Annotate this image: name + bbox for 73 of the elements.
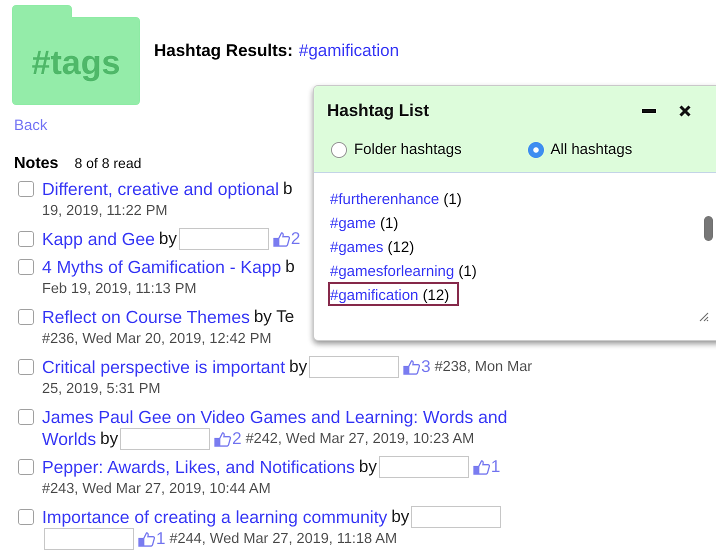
- hashtag-link[interactable]: #game: [330, 215, 376, 232]
- thumbs-up-icon: [138, 532, 155, 546]
- note-checkbox[interactable]: [18, 181, 34, 197]
- author-label: b: [285, 257, 295, 277]
- hashtag-link[interactable]: #games: [330, 239, 384, 256]
- author-label: by: [289, 357, 308, 377]
- author-label: by: [358, 457, 377, 477]
- like-count: 2: [232, 429, 242, 449]
- close-icon[interactable]: [679, 105, 691, 117]
- author-label: b: [283, 179, 293, 199]
- author-label: by: [158, 229, 177, 249]
- hashtag-item[interactable]: #gamification (12): [328, 282, 460, 306]
- note-meta: #236, Wed Mar 20, 2019, 12:42 PM: [42, 331, 272, 347]
- folder-label: #tags: [30, 43, 122, 83]
- author-label: by: [391, 507, 410, 527]
- radio-button[interactable]: [528, 142, 544, 158]
- like-count: 1: [156, 529, 166, 549]
- note-checkbox[interactable]: [18, 309, 34, 325]
- note-meta: #242, Wed Mar 27, 2019, 10:23 AM: [246, 431, 474, 447]
- thumbs-up-icon: [472, 460, 490, 474]
- note-title-link[interactable]: Pepper: Awards, Likes, and Notifications: [42, 456, 355, 478]
- hashtag-link[interactable]: #gamification: [330, 287, 418, 304]
- hashtag-count: (1): [380, 215, 398, 232]
- radio-button[interactable]: [331, 142, 347, 158]
- note-title-link[interactable]: 4 Myths of Gamification - Kapp: [42, 256, 282, 278]
- like-count: 1: [490, 457, 500, 477]
- note-title-link[interactable]: Critical perspective is important: [42, 356, 286, 378]
- note-title-link[interactable]: Kapp and Gee: [42, 228, 155, 250]
- note-meta: #238, Mon Mar: [434, 359, 532, 375]
- note-meta: #244, Wed Mar 27, 2019, 11:18 AM: [169, 531, 398, 547]
- author-label: by Te: [254, 307, 294, 327]
- thumbs-up-icon: [272, 232, 290, 246]
- note-checkbox[interactable]: [18, 259, 34, 275]
- hashtag-item[interactable]: #game (1): [328, 210, 408, 234]
- hashtag-count: (12): [422, 287, 450, 304]
- scrollbar-thumb[interactable]: [704, 216, 713, 241]
- note-title-link[interactable]: Importance of creating a learning community: [42, 506, 388, 528]
- hashtag-item[interactable]: #furtherenhance (1): [328, 186, 472, 210]
- hashtag-link[interactable]: #furtherenhance: [330, 191, 440, 208]
- results-heading: Hashtag Results:: [154, 41, 293, 60]
- hashtag-link[interactable]: #gamesforlearning: [330, 263, 454, 280]
- notes-heading: Notes: [14, 155, 58, 173]
- note-checkbox[interactable]: [18, 231, 34, 247]
- note-meta: 25, 2019, 5:31 PM: [42, 381, 160, 397]
- note-meta: 19, 2019, 11:22 PM: [42, 203, 168, 219]
- hashtag-item[interactable]: #games (12): [328, 234, 424, 258]
- note-checkbox[interactable]: [18, 409, 34, 425]
- hashtag-item[interactable]: #gamesforlearning (1): [328, 258, 487, 282]
- note-checkbox[interactable]: [18, 509, 34, 525]
- note-meta: Feb 19, 2019, 11:13 PM: [42, 281, 197, 297]
- hashtag-count: (12): [388, 239, 414, 256]
- note-checkbox[interactable]: [18, 459, 34, 475]
- radio-label: Folder hashtags: [354, 141, 462, 158]
- note-meta: #243, Wed Mar 27, 2019, 10:44 AM: [42, 481, 271, 497]
- note-checkbox[interactable]: [18, 359, 34, 375]
- like-count: 3: [421, 357, 431, 377]
- note-title-link[interactable]: Reflect on Course Themes: [42, 306, 250, 328]
- note-title-link[interactable]: James Paul Gee on Video Games and Learning: Words and: [42, 406, 508, 428]
- thumbs-up-icon: [214, 432, 232, 446]
- resize-grip-icon[interactable]: [697, 310, 709, 322]
- panel-title: Hashtag List: [327, 101, 430, 121]
- note-title-link[interactable]: Different, creative and optional: [42, 178, 280, 200]
- author-label: by: [100, 429, 118, 449]
- like-count: 2: [290, 229, 300, 249]
- thumbs-up-icon: [403, 360, 420, 374]
- folder-icon: [12, 5, 140, 105]
- hashtag-link[interactable]: #gamification: [298, 41, 400, 60]
- hashtag-count: (1): [458, 263, 477, 280]
- back-link[interactable]: Back: [14, 117, 48, 134]
- read-count: 8 of 8 read: [74, 155, 142, 171]
- hashtag-count: (1): [443, 191, 462, 208]
- radio-label: All hashtags: [550, 141, 632, 158]
- note-title-link[interactable]: Worlds: [42, 428, 96, 450]
